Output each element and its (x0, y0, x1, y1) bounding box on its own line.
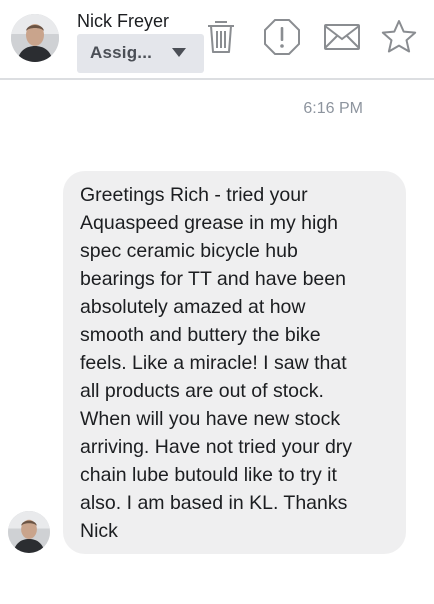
assign-dropdown[interactable]: Assig... (77, 34, 204, 73)
message-bubble[interactable]: Greetings Rich - tried your Aquaspeed gr… (63, 171, 406, 554)
delete-button[interactable] (201, 17, 241, 57)
mark-spam-button[interactable] (262, 17, 302, 57)
star-icon (381, 20, 417, 53)
person-icon (11, 14, 59, 62)
mail-icon (324, 24, 360, 50)
contact-avatar[interactable] (11, 14, 59, 62)
star-button[interactable] (379, 17, 419, 57)
alert-icon (264, 19, 300, 55)
message-timestamp: 6:16 PM (303, 100, 363, 117)
header-divider (0, 78, 434, 80)
chevron-down-icon (172, 48, 186, 57)
message-text: Greetings Rich - tried your Aquaspeed gr… (80, 184, 353, 542)
mark-unread-button[interactable] (322, 17, 362, 57)
sender-avatar[interactable] (8, 511, 50, 553)
conversation-header: Nick Freyer Assig... (0, 0, 434, 78)
trash-icon (208, 21, 234, 53)
person-icon (8, 511, 50, 553)
assign-dropdown-label: Assig... (90, 43, 153, 62)
contact-name[interactable]: Nick Freyer (77, 11, 169, 32)
